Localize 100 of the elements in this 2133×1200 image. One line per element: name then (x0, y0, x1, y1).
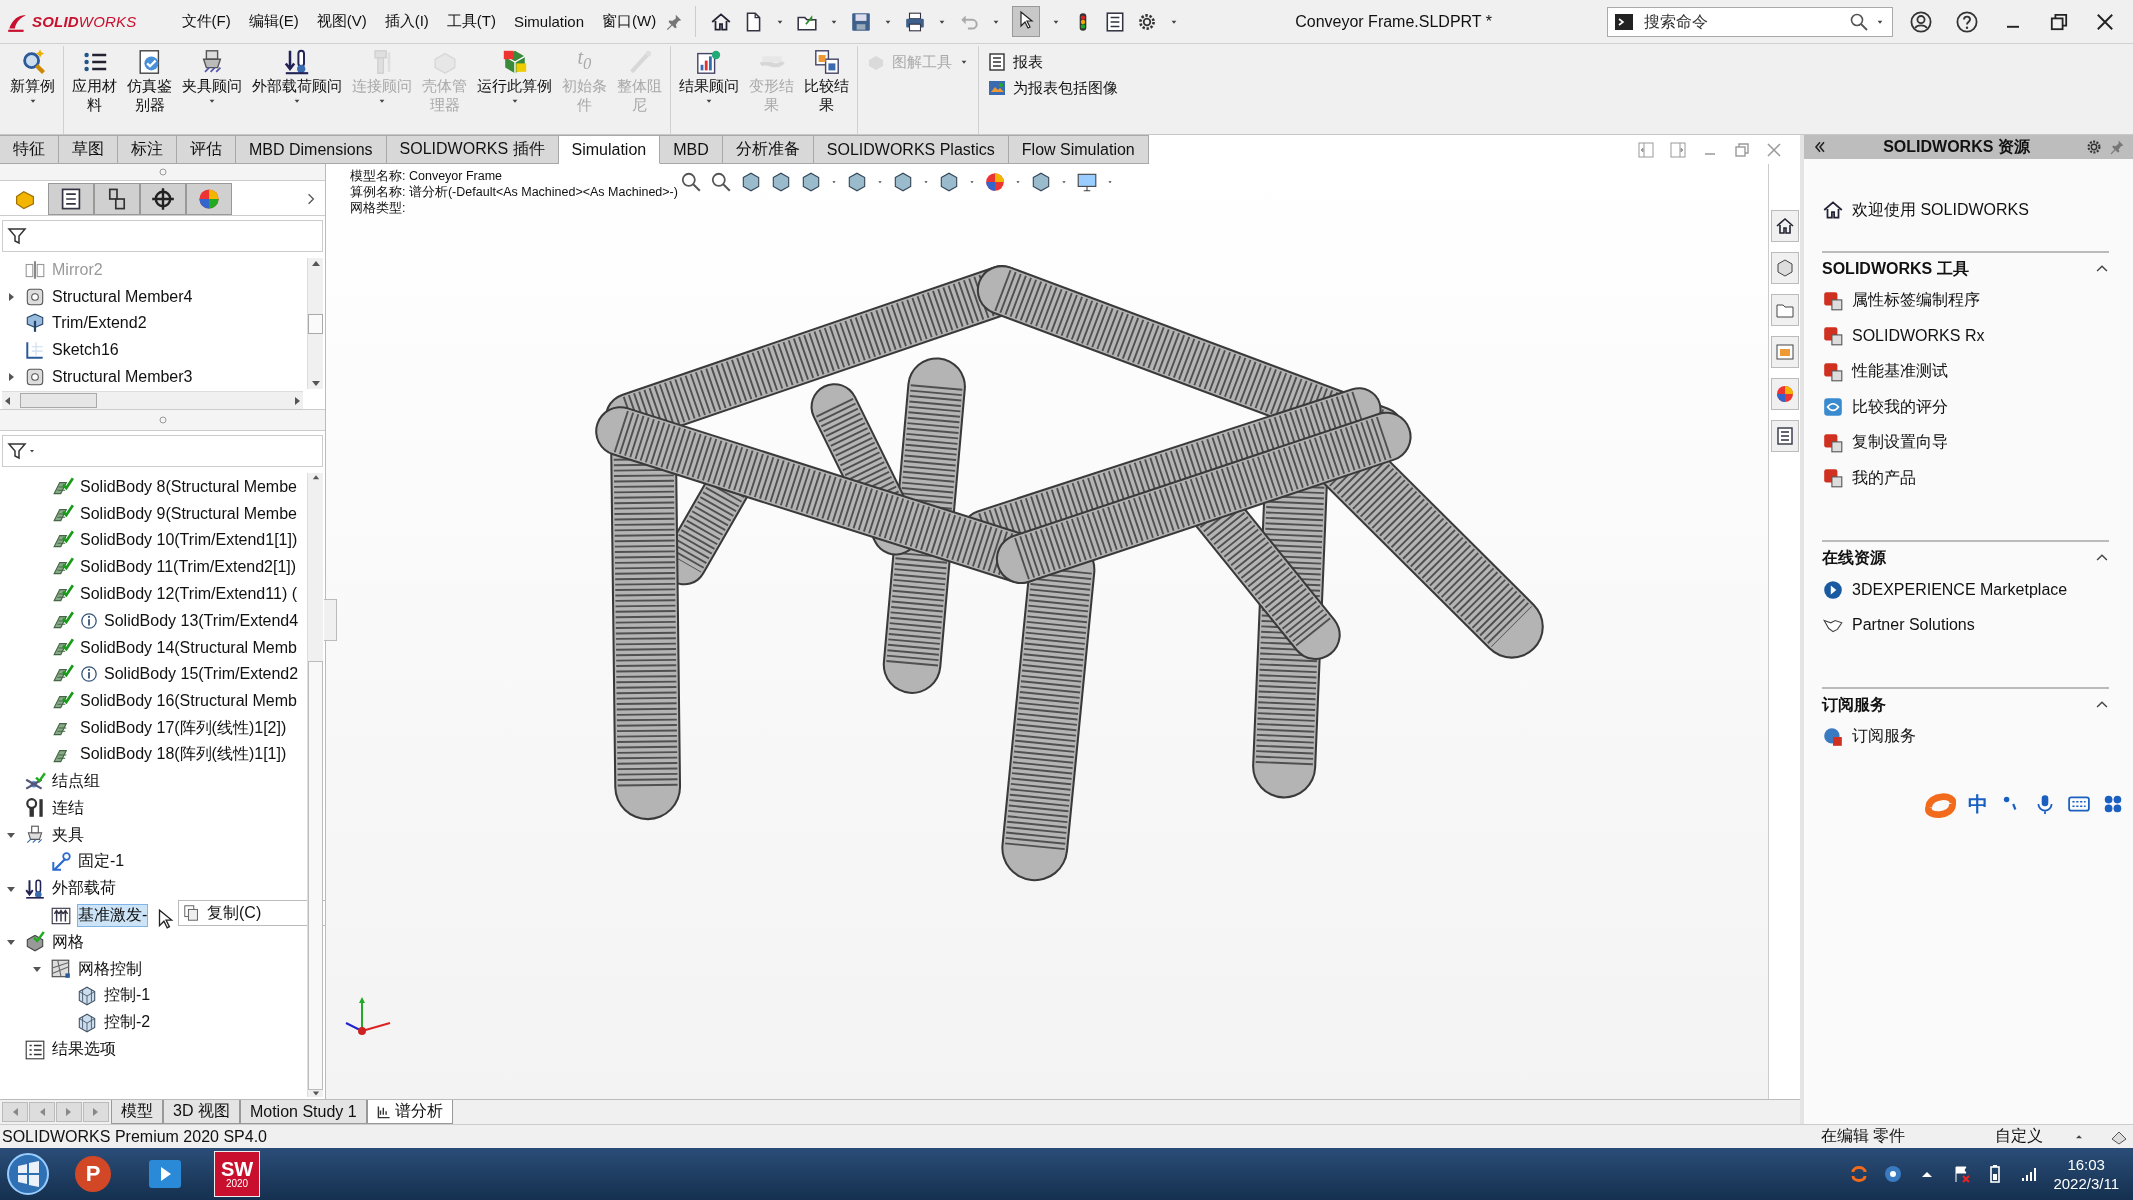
command-tab[interactable]: Simulation (558, 135, 661, 165)
gear-icon[interactable] (2085, 138, 2103, 156)
ribbon-button[interactable]: 夹具顾问 (177, 46, 247, 134)
units-menu[interactable]: 自定义 (1995, 1126, 2043, 1147)
menu-item[interactable]: Simulation (505, 9, 594, 34)
tree-item[interactable]: SolidBody 15(Trim/Extend2 (104, 665, 299, 684)
save-icon[interactable] (850, 10, 873, 33)
resource-link[interactable]: 比较我的评分 (1852, 396, 1948, 418)
tab-scroll-button[interactable] (56, 1102, 82, 1122)
expand-arrow-icon[interactable] (6, 372, 16, 382)
start-icon[interactable] (6, 1152, 50, 1196)
resource-link[interactable]: 属性标签编制程序 (1852, 290, 1980, 312)
search-field[interactable]: 搜索命令 (1607, 6, 1893, 37)
input-mode-button[interactable]: 中 (1968, 790, 1988, 818)
resource-link[interactable]: SOLIDWORKS Rx (1852, 327, 1985, 346)
expand-arrow-icon[interactable] (6, 291, 16, 302)
tree-item[interactable]: Sketch16 (52, 341, 119, 360)
scroll-up-icon[interactable] (310, 473, 321, 482)
tree-item[interactable]: 固定-1 (78, 851, 125, 873)
grip-icon[interactable] (157, 167, 168, 178)
menu-item[interactable]: 文件(F) (172, 8, 240, 35)
menu-item[interactable]: 编辑(E) (239, 8, 308, 35)
welcome-link[interactable]: 欢迎使用 SOLIDWORKS (1852, 199, 2029, 221)
ribbon-button[interactable]: 报表 (987, 52, 1118, 72)
study-tab[interactable]: Motion Study 1 (239, 1100, 367, 1124)
ribbon-button[interactable]: 新算例 (5, 46, 60, 134)
study-tab[interactable]: 3D 视图 (163, 1100, 240, 1124)
command-tab[interactable]: 标注 (118, 135, 177, 165)
tree-item[interactable]: SolidBody 13(Trim/Extend4 (104, 611, 299, 630)
menu-item[interactable]: 视图(V) (307, 8, 376, 35)
scrollbar[interactable] (307, 258, 323, 390)
tab-scroll-button[interactable] (83, 1102, 109, 1122)
magnifier-icon[interactable] (680, 171, 702, 194)
ribbon-button[interactable]: 结果顾问 (674, 46, 744, 134)
tile-right-icon[interactable] (1668, 139, 1688, 160)
clock[interactable]: 16:03 2022/3/11 (2053, 1155, 2119, 1193)
panel-tab[interactable] (94, 183, 140, 216)
scroll-thumb[interactable] (20, 393, 97, 409)
apps-grid-icon[interactable] (2102, 793, 2124, 815)
menu-item[interactable]: 插入(I) (375, 8, 438, 35)
task-pane-tab[interactable] (1770, 210, 1799, 243)
tree-item[interactable]: SolidBody 8(Structural Membe (80, 477, 297, 496)
tree-item[interactable]: SolidBody 16(Structural Memb (80, 692, 297, 711)
panel-tab[interactable] (48, 183, 94, 216)
ribbon-button[interactable]: 比较结果 (799, 46, 854, 134)
grip-icon[interactable] (157, 415, 168, 426)
command-tab[interactable]: MBD Dimensions (236, 135, 387, 165)
menu-item[interactable]: 窗口(W) (593, 8, 666, 35)
resource-link[interactable]: Partner Solutions (1852, 616, 1975, 635)
user-icon[interactable] (1909, 9, 1933, 34)
study-tab[interactable]: 模型 (111, 1100, 163, 1124)
command-tab[interactable]: SOLIDWORKS 插件 (386, 135, 559, 165)
tree-item[interactable]: 网格控制 (78, 958, 142, 980)
panel-collapse-handle[interactable] (324, 599, 337, 642)
resource-link[interactable]: 性能基准测试 (1852, 361, 1948, 383)
ribbon-button[interactable]: 仿真鉴别器 (122, 46, 177, 134)
tree-item[interactable]: 夹具 (52, 824, 84, 846)
search-icon[interactable] (1849, 11, 1869, 32)
command-tab[interactable]: MBD (660, 135, 723, 165)
tree-item[interactable]: Structural Member3 (52, 368, 193, 386)
study-tab[interactable]: 谱分析 (366, 1100, 453, 1124)
command-tab[interactable]: 评估 (177, 135, 236, 165)
monitor-icon[interactable] (1076, 171, 1098, 194)
filter-field[interactable] (2, 220, 323, 253)
tree-item[interactable]: 连结 (52, 797, 84, 819)
task-pane-tab[interactable] (1770, 420, 1799, 453)
taskbar-app[interactable]: P (64, 1150, 122, 1198)
ribbon-button[interactable]: 外部载荷顾问 (247, 46, 347, 134)
tile-left-icon[interactable] (1636, 139, 1656, 160)
zoom-area-icon[interactable] (710, 171, 732, 194)
ribbon-button[interactable]: 应用材料 (67, 46, 122, 134)
tree-item[interactable]: SolidBody 10(Trim/Extend1[1]) (80, 531, 298, 550)
tree-item[interactable]: SolidBody 11(Trim/Extend2[1]) (80, 558, 297, 577)
command-tab[interactable]: 特征 (0, 135, 59, 165)
tab-scroll-button[interactable] (29, 1102, 55, 1122)
ribbon-button[interactable]: 运行此算例 (472, 46, 557, 134)
tab-scroll-button[interactable] (2, 1102, 28, 1122)
resource-link[interactable]: 复制设置向导 (1852, 432, 1948, 454)
menu-item[interactable]: 工具(T) (437, 8, 505, 35)
scrollbar[interactable] (307, 473, 323, 1098)
tree-item[interactable]: SolidBody 18(阵列(线性)1[1]) (80, 744, 287, 766)
print-icon[interactable] (904, 10, 927, 33)
appearance-icon[interactable] (984, 171, 1006, 194)
help-icon[interactable] (1883, 1164, 1904, 1184)
resource-link[interactable]: 订阅服务 (1852, 726, 1916, 748)
command-tab[interactable]: Flow Simulation (1008, 135, 1149, 165)
command-tab[interactable]: 分析准备 (722, 135, 814, 165)
panel-tab[interactable] (140, 183, 186, 216)
tree-item[interactable]: 结果选项 (52, 1039, 116, 1061)
tree-item[interactable]: 基准激发- (78, 905, 148, 927)
tree-item[interactable]: SolidBody 14(Structural Memb (80, 638, 297, 657)
filter-field[interactable] (2, 435, 323, 468)
ribbon-button[interactable]: 为报表包括图像 (987, 78, 1118, 98)
tree-item[interactable]: Structural Member4 (52, 287, 193, 306)
scrollbar[interactable] (2, 391, 303, 410)
scroll-thumb[interactable] (308, 313, 323, 334)
tree-item[interactable]: SolidBody 12(Trim/Extend11) ( (80, 585, 297, 603)
pin-icon[interactable] (665, 12, 684, 31)
help-icon[interactable] (1955, 9, 1979, 34)
scroll-thumb[interactable] (308, 661, 323, 1090)
